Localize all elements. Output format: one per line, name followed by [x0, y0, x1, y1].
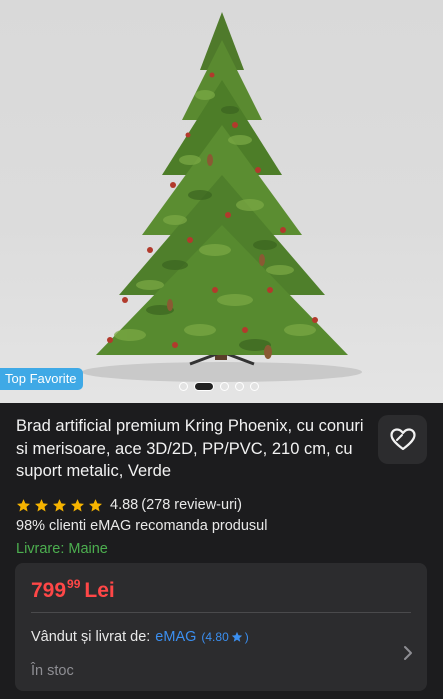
- carousel-dot-active[interactable]: [194, 381, 214, 391]
- star-icon: [89, 498, 102, 511]
- price-currency: Lei: [84, 579, 115, 602]
- seller-name-link[interactable]: eMAG: [155, 629, 196, 645]
- price-decimals: 99: [67, 577, 81, 591]
- carousel-dot[interactable]: [179, 381, 188, 391]
- seller-rating: (4.80 ): [201, 630, 248, 644]
- product-page: Top Favorite Brad artificial premium Kri…: [0, 0, 443, 699]
- carousel-dot[interactable]: [250, 381, 259, 391]
- star-icon: [17, 498, 30, 511]
- star-icon: [35, 498, 48, 511]
- divider: [31, 612, 411, 613]
- recommend-text: 98% clienti eMAG recomanda produsul: [16, 518, 268, 534]
- review-count-link[interactable]: (278 review-uri): [141, 497, 242, 513]
- stock-status: În stoc: [31, 663, 74, 679]
- star-icon: [71, 498, 84, 511]
- carousel-dot[interactable]: [220, 381, 229, 391]
- product-title: Brad artificial premium Kring Phoenix, c…: [16, 417, 364, 480]
- favorite-button[interactable]: [378, 415, 427, 464]
- delivery-info: Livrare: Maine: [16, 541, 108, 557]
- offer-card[interactable]: 79999 Lei Vândut și livrat de: eMAG (4.80…: [15, 563, 427, 691]
- price-integer: 799: [31, 579, 67, 602]
- product-price: 79999 Lei: [31, 577, 115, 603]
- star-icon: [231, 631, 242, 642]
- product-image-gallery[interactable]: Top Favorite: [0, 0, 443, 403]
- seller-rating-value: (4.80: [201, 630, 229, 644]
- seller-label: Vândut și livrat de:: [31, 629, 151, 645]
- product-image: [82, 12, 362, 382]
- product-rating[interactable]: 4.88 (278 review-uri): [16, 497, 242, 513]
- rating-value: 4.88: [110, 497, 139, 513]
- heart-outline-icon: [389, 427, 416, 450]
- top-favorite-badge: Top Favorite: [0, 368, 83, 390]
- seller-info[interactable]: Vândut și livrat de: eMAG (4.80 ): [31, 629, 249, 645]
- star-icon: [53, 498, 66, 511]
- seller-rating-close: ): [244, 630, 249, 644]
- rating-stars: [16, 498, 103, 513]
- chevron-right-icon[interactable]: [403, 645, 413, 661]
- carousel-indicator: [179, 381, 259, 391]
- carousel-dot[interactable]: [235, 381, 244, 391]
